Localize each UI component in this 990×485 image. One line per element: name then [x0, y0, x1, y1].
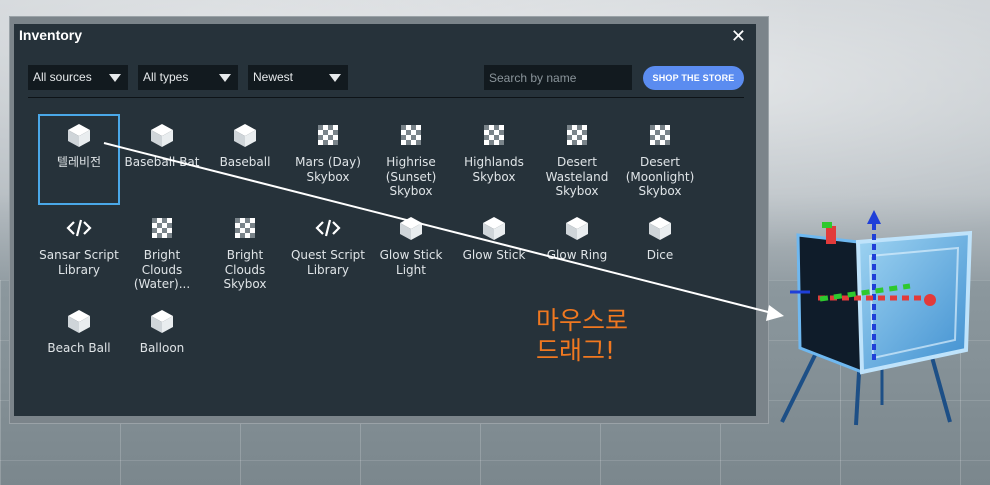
drag-arrow — [103, 142, 784, 321]
drag-instruction-annotation: 마우스로 드래그! — [536, 306, 629, 365]
